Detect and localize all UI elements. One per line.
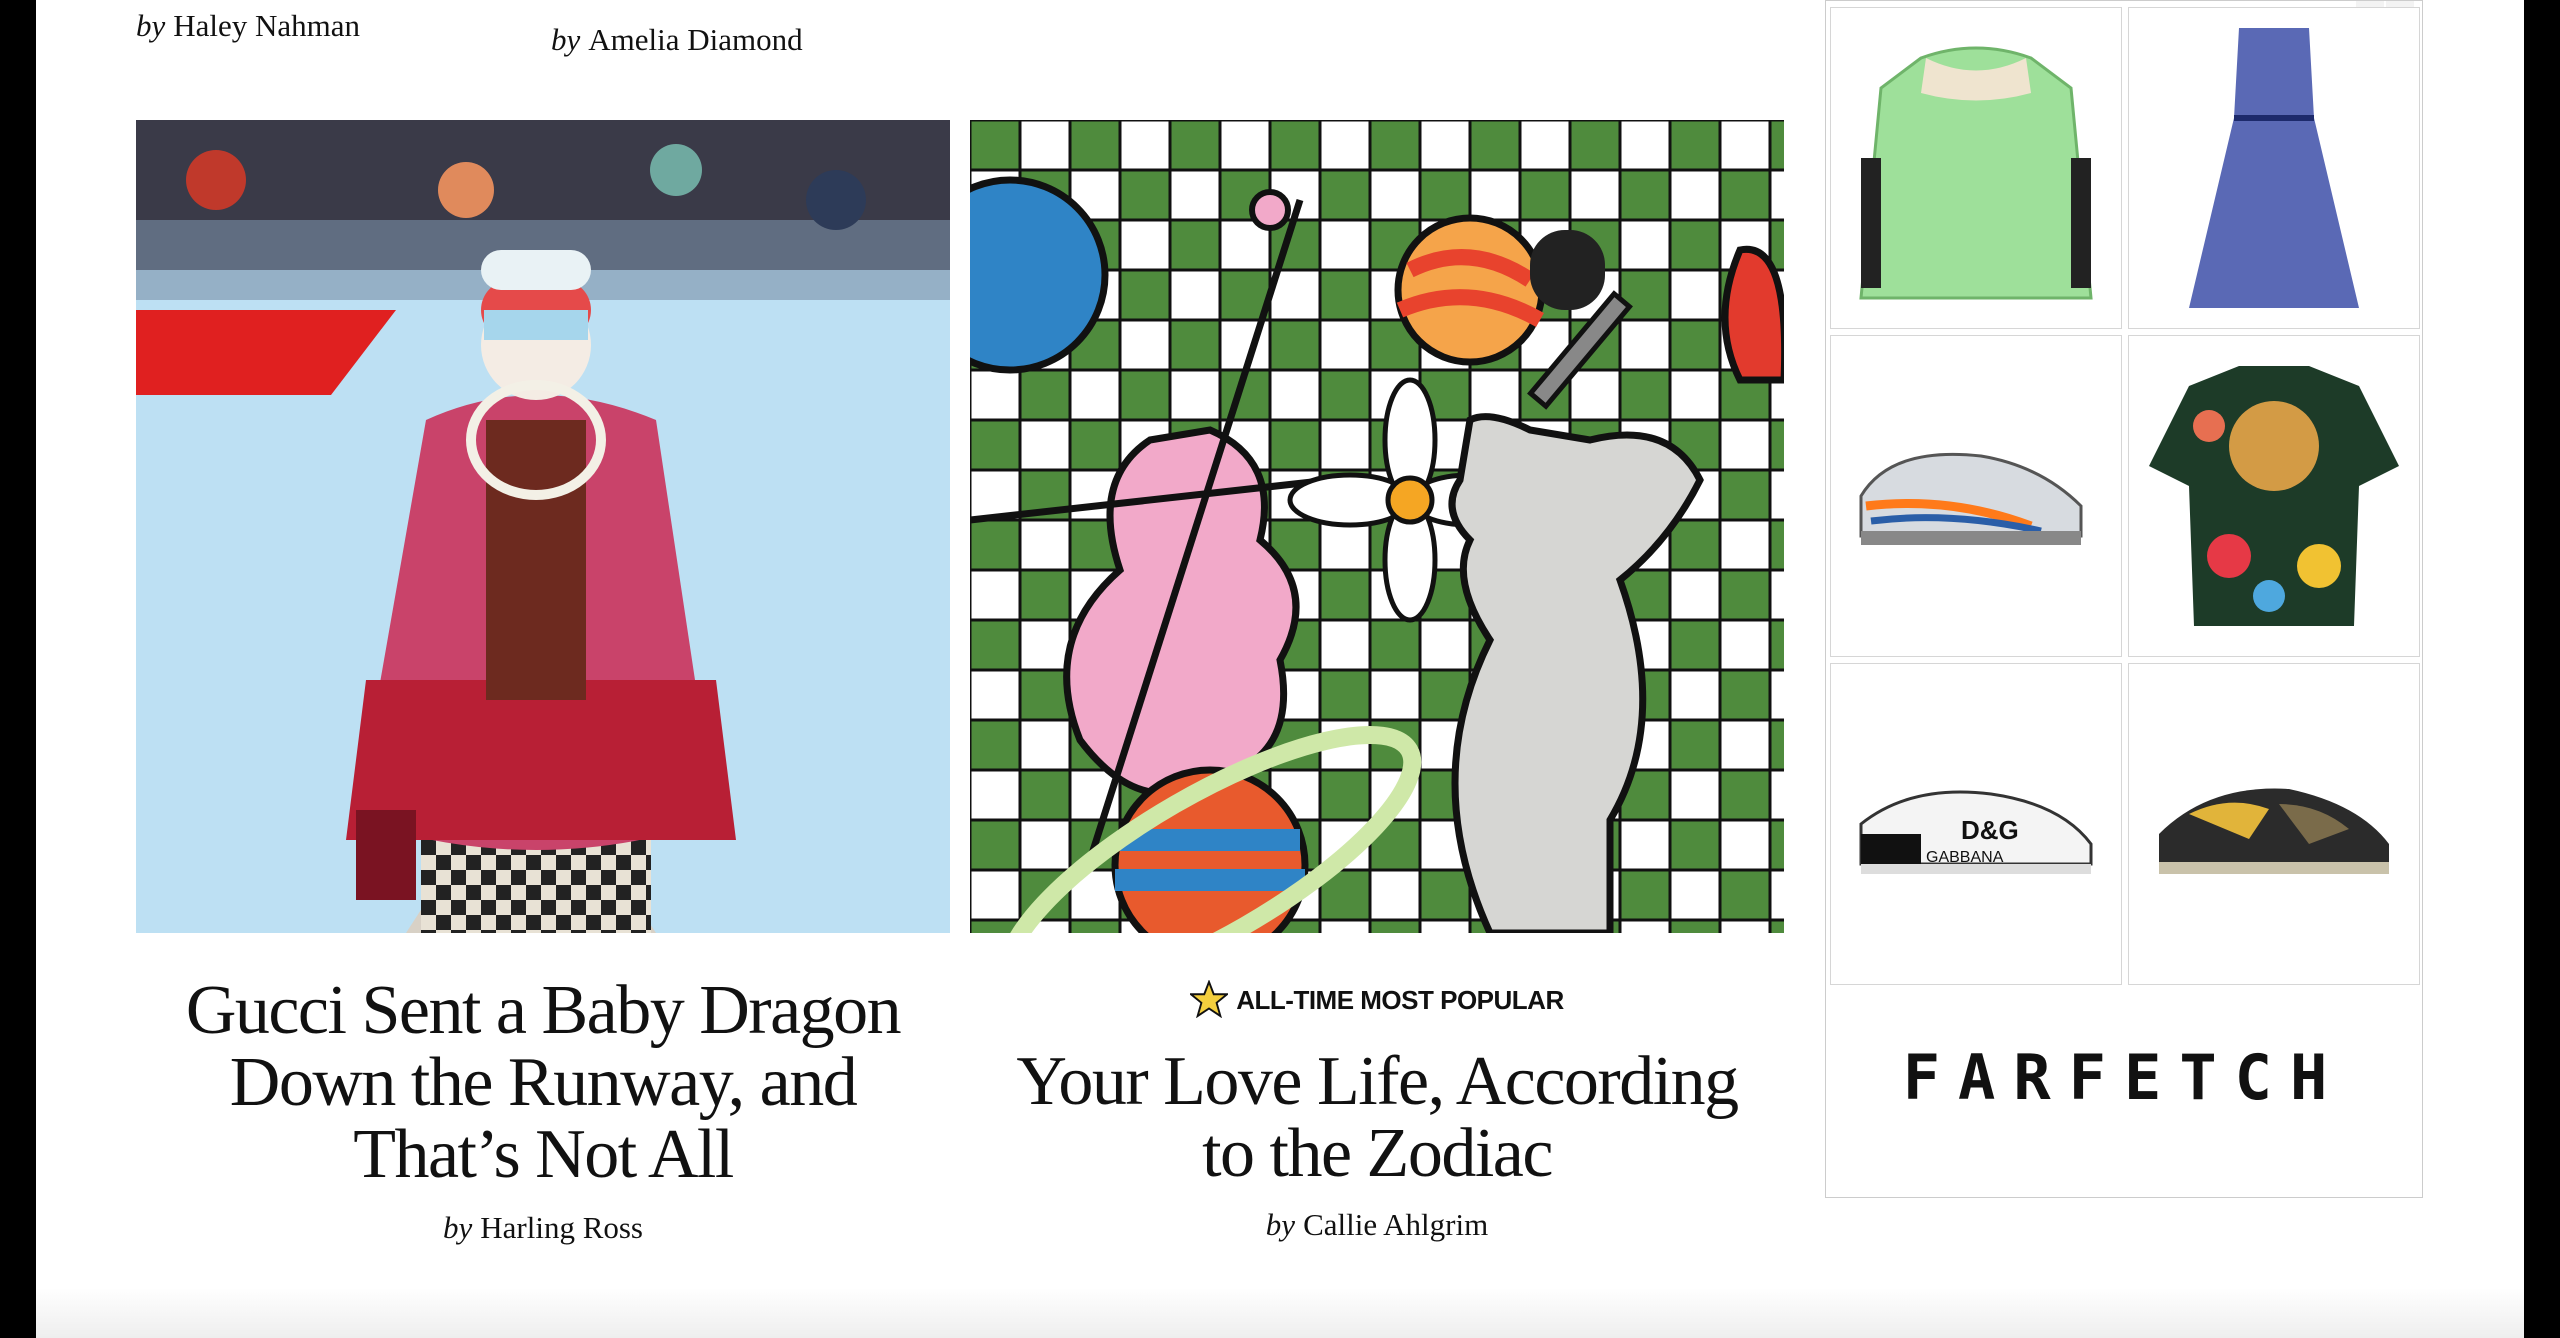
by-label: by bbox=[551, 22, 581, 57]
byline-amelia[interactable]: by Amelia Diamond bbox=[551, 22, 803, 58]
byline-callie[interactable]: by Callie Ahlgrim bbox=[970, 1207, 1784, 1243]
author-name: Haley Nahman bbox=[173, 8, 361, 43]
author-name: Amelia Diamond bbox=[588, 22, 803, 57]
bottom-fade bbox=[36, 1288, 2524, 1338]
article-title-gucci[interactable]: Gucci Sent a Baby Dragon Down the Runway… bbox=[136, 975, 950, 1191]
by-label: by bbox=[442, 1210, 473, 1245]
by-label: by bbox=[136, 8, 166, 43]
by-label: by bbox=[1265, 1207, 1296, 1242]
product-navy-tulle-dress[interactable] bbox=[2128, 7, 2420, 329]
farfetch-ad[interactable]: ▷ ✕ bbox=[1825, 0, 2423, 1198]
product-green-fur-jacket[interactable] bbox=[1830, 7, 2122, 329]
byline-haley[interactable]: by Haley Nahman bbox=[136, 8, 360, 44]
title-line: Down the Runway, and bbox=[229, 1044, 858, 1121]
title-line: Your Love Life, According bbox=[1016, 1043, 1739, 1120]
star-icon bbox=[1188, 979, 1230, 1019]
author-name: Callie Ahlgrim bbox=[1303, 1207, 1489, 1242]
product-nike-air-max-sneaker[interactable] bbox=[1830, 335, 2122, 657]
title-line: That’s Not All bbox=[353, 1116, 734, 1193]
dg-logo-text: D&G bbox=[1961, 815, 2019, 845]
gucci-runway-image[interactable] bbox=[136, 120, 950, 933]
product-leopard-floral-shirt[interactable] bbox=[2128, 335, 2420, 657]
product-camouflage-sneaker[interactable] bbox=[2128, 663, 2420, 985]
title-line: to the Zodiac bbox=[1202, 1115, 1553, 1192]
zodiac-illustration[interactable] bbox=[970, 120, 1784, 933]
page: by Haley Nahman by Amelia Diamond Gucci … bbox=[36, 0, 2524, 1338]
farfetch-logo[interactable]: FARFETCH bbox=[1826, 1041, 2422, 1114]
article-title-zodiac[interactable]: Your Love Life, According to the Zodiac bbox=[970, 1046, 1784, 1190]
byline-harling[interactable]: by Harling Ross bbox=[136, 1210, 950, 1246]
gabbana-text: GABBANA bbox=[1926, 849, 2004, 866]
badge-label: ALL-TIME MOST POPULAR bbox=[1236, 985, 1564, 1015]
popular-badge: ALL-TIME MOST POPULAR bbox=[970, 979, 1784, 1019]
author-name: Harling Ross bbox=[480, 1210, 643, 1245]
title-line: Gucci Sent a Baby Dragon bbox=[185, 972, 902, 1049]
product-dolce-gabbana-logo-sneaker[interactable]: D&G GABBANA bbox=[1830, 663, 2122, 985]
